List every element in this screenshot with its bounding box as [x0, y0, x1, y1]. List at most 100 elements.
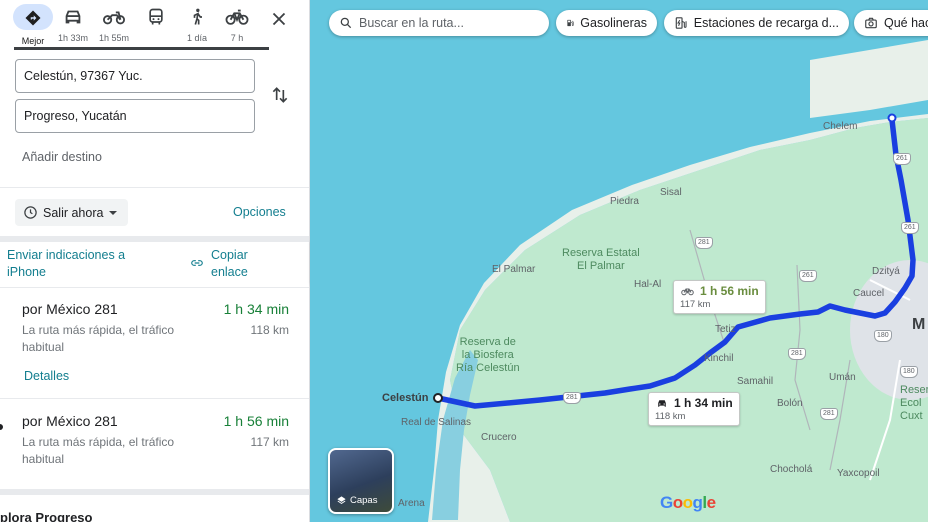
close-icon[interactable]: [268, 8, 290, 30]
layers-button[interactable]: Capas: [328, 448, 394, 514]
mode-motorcycle-button[interactable]: 1h 55m: [94, 4, 134, 48]
route-callout-alt[interactable]: 1 h 56 min 117 km: [673, 280, 766, 314]
route-name: por México 281: [22, 301, 118, 317]
chip-label: Estaciones de recarga d...: [693, 16, 839, 30]
highway-shield: 261: [901, 222, 919, 234]
map-label: Chocholá: [770, 464, 813, 475]
map-canvas[interactable]: Chelem Piedra Sisal Reserva Estatal El P…: [310, 0, 928, 522]
google-logo: Google: [660, 493, 716, 512]
section-divider: [0, 236, 309, 242]
map-label: Piedra: [610, 196, 639, 207]
mode-label: Mejor: [21, 36, 45, 46]
route-option-2[interactable]: por México 281 1 h 56 min La ruta más rá…: [0, 399, 309, 489]
ev-charging-icon: [675, 17, 687, 29]
mode-bike-button[interactable]: 7 h: [217, 4, 257, 48]
map-label: Real de Salinas: [401, 417, 472, 428]
destination-input[interactable]: Progreso, Yucatán: [15, 99, 255, 133]
route-distance: 117 km: [250, 435, 289, 449]
send-to-phone-link[interactable]: Enviar indicaciones a iPhone: [7, 247, 157, 281]
clock-icon: [24, 206, 37, 219]
map-label: Yaxcopoil: [837, 468, 880, 479]
map-label: Reserva Ecol Cuxt: [900, 384, 928, 422]
map-label: Dzityá: [872, 266, 900, 277]
directions-panel: Mejor 1h 33m 1h 55m 1 día 7 h Celestún, …: [0, 0, 310, 522]
highway-shield: 261: [799, 270, 817, 282]
map-label: Hal-Al: [634, 279, 662, 290]
map-label-merida: M: [912, 316, 926, 333]
mode-walk-button[interactable]: 1 día: [177, 4, 217, 48]
gas-station-icon: [567, 19, 574, 27]
highway-shield: 281: [563, 392, 581, 404]
swap-icon[interactable]: [270, 85, 290, 105]
caret-down-icon: [109, 210, 118, 215]
highway-shield: 180: [900, 366, 918, 378]
chip-label: Qué hac: [884, 16, 928, 30]
highway-shield: 281: [820, 408, 838, 420]
route-time: 1 h 34 min: [223, 301, 289, 317]
map-label: Reserva Estatal El Palmar: [562, 247, 640, 272]
things-to-do-chip[interactable]: Qué hac: [854, 10, 928, 36]
callout-distance: 118 km: [655, 411, 686, 422]
gas-stations-chip[interactable]: Gasolineras: [556, 10, 657, 36]
map-label: El Palmar: [492, 264, 536, 275]
motorcycle-icon: [103, 11, 125, 25]
mode-best-button[interactable]: Mejor: [13, 4, 53, 48]
search-along-route-input[interactable]: Buscar en la ruta...: [329, 10, 549, 36]
origin-input[interactable]: Celestún, 97367 Yuc.: [15, 59, 255, 93]
map-label: Tetiz: [715, 324, 736, 335]
map-label: Bolón: [777, 398, 803, 409]
map-label: Caucel: [853, 288, 885, 299]
map-label-celestun: Celestún: [382, 392, 429, 404]
route-marker: [0, 424, 3, 430]
bus-icon: [149, 8, 163, 25]
mode-time: 1h 33m: [57, 33, 89, 43]
depart-label: Salir ahora: [43, 205, 104, 220]
map-label: Arena: [398, 498, 425, 509]
highway-shield: 281: [695, 237, 713, 249]
search-icon: [340, 17, 352, 29]
map-label: Sisal: [660, 187, 682, 198]
map-label: Kinchil: [704, 353, 734, 364]
directions-icon: [25, 10, 41, 26]
callout-distance: 117 km: [680, 299, 711, 310]
add-destination-link[interactable]: Añadir destino: [22, 150, 102, 164]
callout-time: 1 h 56 min: [700, 284, 759, 298]
map-label: Crucero: [481, 432, 517, 443]
charging-stations-chip[interactable]: Estaciones de recarga d...: [664, 10, 849, 36]
route-distance: 118 km: [250, 323, 289, 337]
copy-link-label: Copiar enlace: [211, 248, 248, 279]
route-option-1[interactable]: por México 281 1 h 34 min La ruta más rá…: [0, 288, 309, 398]
layers-label: Capas: [350, 495, 378, 506]
mode-time: 7 h: [230, 33, 244, 43]
bicycle-icon: [225, 9, 249, 25]
map-label: Umán: [829, 372, 856, 383]
walk-icon: [193, 8, 202, 25]
layers-icon: [337, 496, 346, 505]
divider: [0, 187, 309, 188]
car-icon: [658, 399, 666, 407]
highway-shield: 281: [788, 348, 806, 360]
mode-indicator: [14, 47, 269, 50]
route-name: por México 281: [22, 413, 118, 429]
map-label: Chelem: [823, 121, 858, 132]
callout-time: 1 h 34 min: [674, 396, 733, 410]
search-placeholder: Buscar en la ruta...: [359, 16, 464, 30]
copy-link-button[interactable]: Copiar enlace: [190, 247, 261, 281]
car-icon: [65, 10, 81, 24]
section-divider: [0, 489, 309, 495]
link-icon: [191, 260, 203, 266]
destination-marker[interactable]: [887, 113, 897, 123]
route-callout-main[interactable]: 1 h 34 min 118 km: [648, 392, 740, 426]
route-details-link[interactable]: Detalles: [24, 369, 69, 383]
mode-transit-button[interactable]: [136, 4, 176, 48]
explore-heading: plora Progreso: [0, 510, 93, 522]
highway-shield: 180: [874, 330, 892, 342]
bicycle-icon: [681, 288, 694, 296]
depart-now-dropdown[interactable]: Salir ahora: [15, 199, 129, 226]
mode-time: 1h 55m: [98, 33, 130, 43]
origin-marker[interactable]: [433, 393, 443, 403]
mode-car-button[interactable]: 1h 33m: [53, 4, 93, 48]
map-label: Reserva de la Biosfera Ría Celestún: [456, 336, 520, 374]
options-link[interactable]: Opciones: [233, 205, 286, 219]
route-description: La ruta más rápida, el tráfico habitual: [22, 323, 175, 354]
